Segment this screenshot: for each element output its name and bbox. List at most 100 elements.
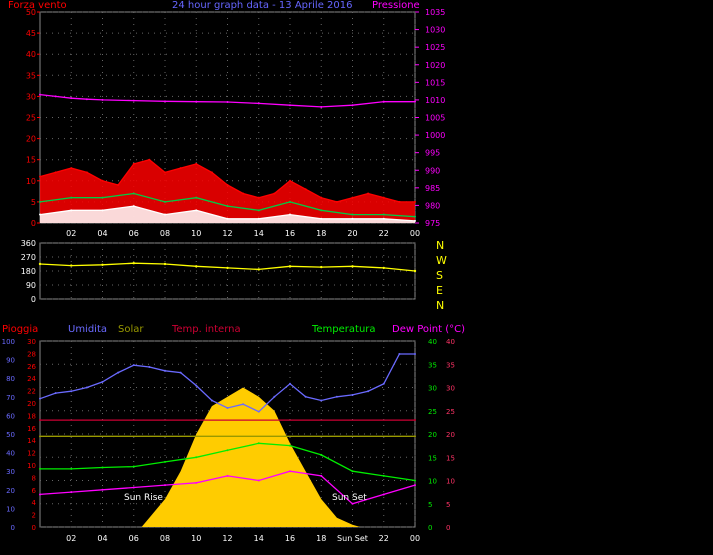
data-point [70,467,73,470]
data-point [320,453,323,456]
data-point [382,213,385,216]
x-tick-label: 04 [97,534,107,543]
compass-label: W [436,254,447,267]
rain-tick-label: 2 [32,512,36,520]
x-tick-label: 22 [379,534,389,543]
x-tick-label: 02 [66,534,76,543]
data-point [257,217,260,220]
data-point [164,100,166,103]
data-point [164,484,166,487]
x-tick-label: 12 [222,534,232,543]
data-point [70,491,73,494]
series-group [38,262,417,273]
y-right-tick-label: 975 [425,219,440,228]
data-point [164,171,166,174]
data-point [242,192,245,195]
humidity-tick-label: 60 [6,412,15,420]
rain-tick-label: 10 [27,462,36,470]
data-point [320,217,323,220]
data-point [101,179,104,182]
rain-tick-label: 28 [27,350,36,358]
pressure-right-label: Pressione [372,0,420,11]
data-point [226,266,229,270]
y-tick-label: 0 [31,295,36,304]
y-right-tick-label: 980 [425,201,440,210]
data-point [289,213,291,216]
data-point [320,196,323,199]
y-right-tick-label: 990 [425,166,440,175]
dew-tick-label: 5 [446,501,450,509]
y-right-tick-label: 985 [425,184,440,193]
rain-tick-label: 24 [27,375,36,383]
rain-tick-label: 30 [27,338,36,346]
direction-axis: 360 270 180 90 0 [21,239,36,304]
data-point [195,265,198,268]
rain-tick-label: 6 [32,487,37,495]
data-point [132,364,135,367]
data-point [70,167,73,170]
y-tick-label: 50 [26,8,36,17]
data-point [70,97,73,100]
x-tick-label: 00 [410,229,420,238]
humidity-tick-label: 0 [11,524,15,532]
data-point [382,217,385,220]
y-right-tick-label: 1000 [425,131,445,140]
y-right-tick-label: 1015 [425,78,445,87]
data-point [367,390,370,393]
data-point [351,393,354,396]
data-point [132,162,135,165]
temp-tick-label: 40 [428,338,437,346]
humidity-tick-label: 40 [6,450,15,458]
y-right-tick-label: 1020 [425,61,445,70]
x-tick-label: 04 [97,229,107,238]
data-point [414,419,416,422]
x-tick-label: 10 [191,229,201,238]
data-point [414,219,416,222]
data-point [320,105,323,108]
data-point [226,101,229,104]
y-right-tick-label: 1030 [425,26,445,35]
data-point [414,479,416,482]
data-point [85,171,88,174]
data-point [132,192,135,195]
x-tick-label: 06 [129,534,139,543]
y-tick-label: 30 [26,92,36,101]
data-point [39,175,41,178]
temp-tick-label: 10 [428,478,437,486]
data-point [148,158,151,161]
x-tick-label: 14 [254,534,264,543]
rain-tick-label: 8 [32,474,36,482]
data-point [179,167,182,170]
sun-set-annotation: Sun Set [332,493,367,503]
data-point [226,217,229,220]
data-point [289,104,291,107]
data-point [39,419,41,422]
x-tick-label: 02 [66,229,76,238]
x-tick-label: 14 [254,229,264,238]
x-tick-label: 16 [285,229,295,238]
data-point [195,162,198,165]
data-point [39,93,41,96]
data-point [226,184,229,187]
temp-tick-label: 35 [428,361,437,369]
temperatura-label: Temperatura [311,324,376,335]
y-tick-label: 0 [31,219,36,228]
data-point [289,444,291,447]
data-point [101,466,104,469]
data-point [335,200,338,203]
data-point [351,502,354,505]
x-tick-label: 16 [285,534,295,543]
humidity-tick-label: 10 [6,505,15,513]
data-point [39,493,41,496]
y-tick-label: 5 [31,198,36,207]
temp-tick-label: 25 [428,408,437,416]
data-point [413,269,417,273]
data-point [414,435,416,438]
compass-label: E [436,284,443,297]
temp-tick-label: 5 [428,501,432,509]
data-point [195,196,198,199]
humidity-tick-label: 100 [2,338,15,346]
data-point [257,268,260,271]
data-point [164,460,166,463]
rain-tick-label: 22 [27,388,36,396]
